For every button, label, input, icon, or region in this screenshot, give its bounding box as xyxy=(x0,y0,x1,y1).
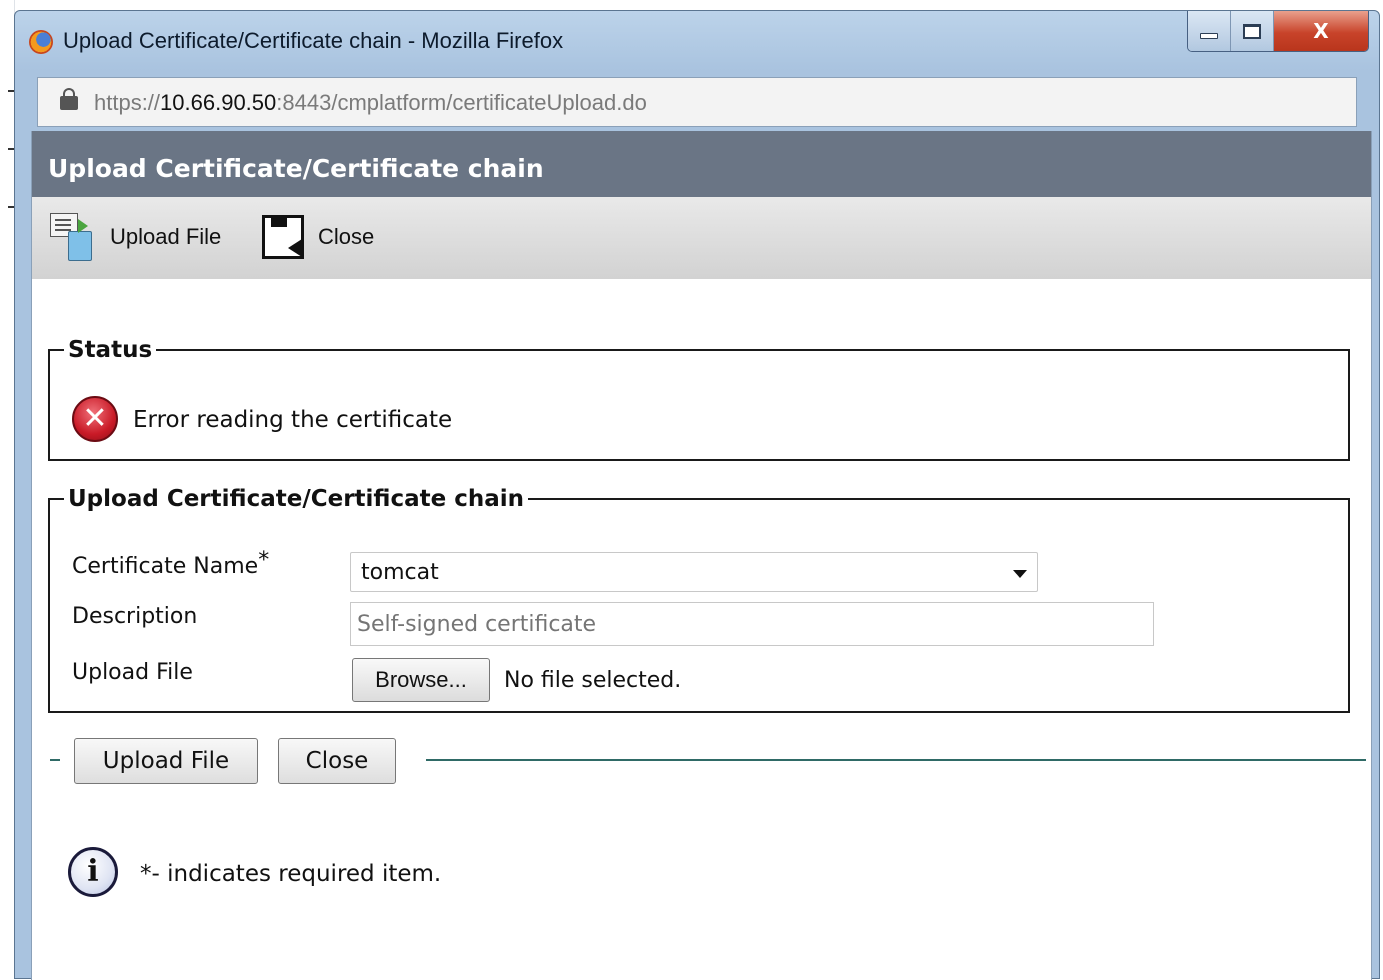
maximize-icon xyxy=(1243,23,1261,39)
required-marker: * xyxy=(258,548,270,573)
toolbar-upload-label: Upload File xyxy=(110,224,222,249)
window-title: Upload Certificate/Certificate chain - M… xyxy=(63,28,564,53)
address-bar[interactable]: https://10.66.90.50:8443/cmplatform/cert… xyxy=(37,77,1357,127)
url-path: :8443/cmplatform/certificateUpload.do xyxy=(276,90,647,115)
page-header: Upload Certificate/Certificate chain xyxy=(32,131,1371,197)
toolbar-close-label: Close xyxy=(318,224,375,249)
dropdown-arrow-icon xyxy=(1013,570,1027,578)
certificate-name-label: Certificate Name* xyxy=(72,548,269,579)
browser-popup-window: Upload Certificate/Certificate chain - M… xyxy=(14,10,1380,980)
error-icon: ✕ xyxy=(72,396,118,442)
upload-certificate-section: Upload Certificate/Certificate chain Cer… xyxy=(48,486,1350,713)
firefox-logo-icon xyxy=(29,30,53,54)
toolbar: Upload File Close xyxy=(32,197,1371,279)
lock-icon xyxy=(60,88,78,110)
close-disk-icon xyxy=(258,211,310,263)
window-close-button[interactable]: X xyxy=(1274,11,1368,51)
action-bar-divider-left xyxy=(50,759,60,761)
description-input[interactable] xyxy=(350,602,1154,646)
title-bar[interactable]: Upload Certificate/Certificate chain - M… xyxy=(15,11,1379,73)
status-legend: Status xyxy=(68,337,153,363)
upload-section-legend: Upload Certificate/Certificate chain xyxy=(68,486,525,512)
minimize-icon xyxy=(1200,33,1218,39)
background-window-edge xyxy=(0,0,15,979)
page-title: Upload Certificate/Certificate chain xyxy=(48,154,544,183)
page-content: Upload Certificate/Certificate chain Upl… xyxy=(31,131,1372,980)
url-prefix: https:// xyxy=(94,90,161,115)
certificate-name-value: tomcat xyxy=(361,560,439,585)
close-button[interactable]: Close xyxy=(278,738,396,784)
status-section: Status ✕ Error reading the certificate xyxy=(48,337,1350,461)
description-label: Description xyxy=(72,604,198,629)
url-text: https://10.66.90.50:8443/cmplatform/cert… xyxy=(94,90,647,116)
toolbar-upload-file-button[interactable]: Upload File xyxy=(46,211,221,263)
upload-file-label: Upload File xyxy=(72,660,193,685)
toolbar-close-button[interactable]: Close xyxy=(258,211,374,263)
info-icon: i xyxy=(68,847,118,897)
url-host: 10.66.90.50 xyxy=(160,90,277,115)
required-item-note: *- indicates required item. xyxy=(140,861,442,887)
file-status-text: No file selected. xyxy=(504,668,682,693)
upload-file-icon xyxy=(46,211,102,263)
maximize-button[interactable] xyxy=(1231,11,1274,51)
action-bar-divider xyxy=(426,759,1366,761)
upload-file-button[interactable]: Upload File xyxy=(74,738,258,784)
minimize-button[interactable] xyxy=(1188,11,1231,51)
certificate-name-select[interactable]: tomcat xyxy=(350,552,1038,592)
browse-button[interactable]: Browse... xyxy=(352,658,490,702)
certificate-name-label-text: Certificate Name xyxy=(72,554,259,579)
window-controls: X xyxy=(1187,11,1369,52)
status-message: Error reading the certificate xyxy=(133,407,453,433)
